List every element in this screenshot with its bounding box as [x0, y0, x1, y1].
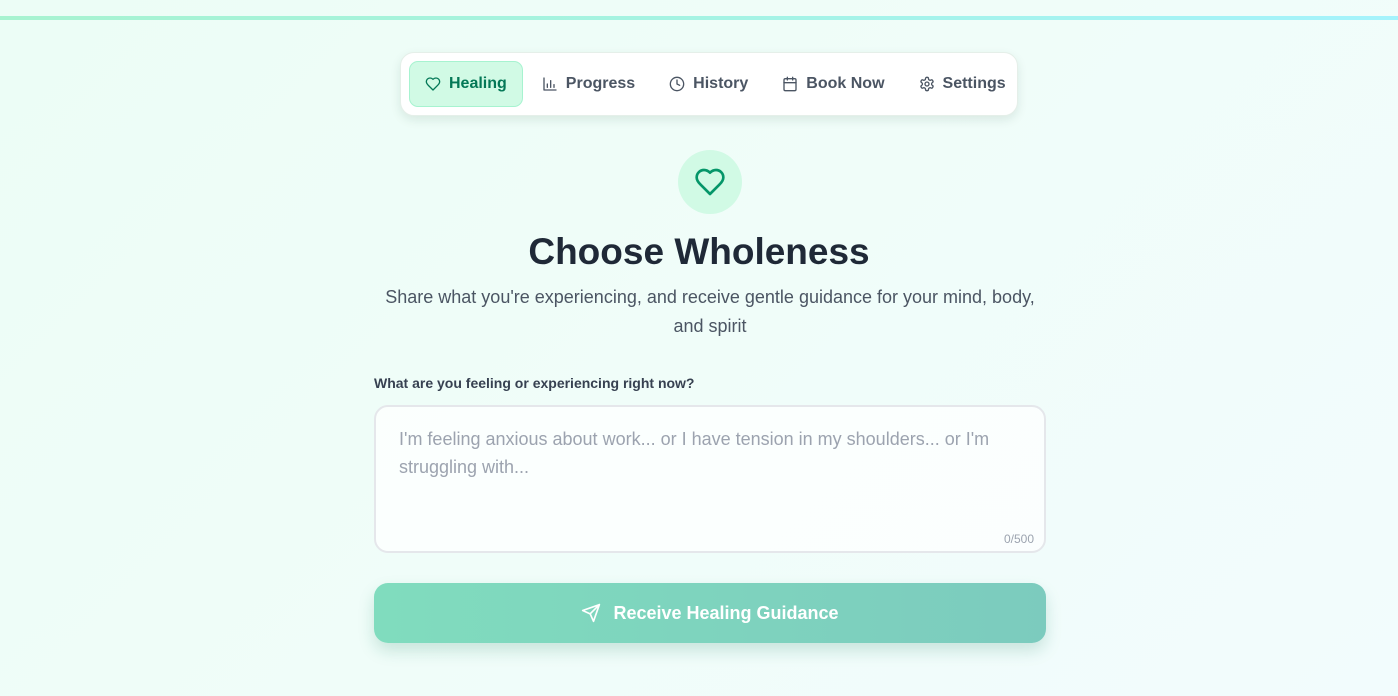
- feeling-input-container: 0/500: [374, 405, 1046, 553]
- hero-heart-badge: [678, 150, 742, 214]
- tab-settings-label: Settings: [942, 75, 1006, 92]
- tab-book-now[interactable]: Book Now: [767, 61, 899, 107]
- receive-guidance-button[interactable]: Receive Healing Guidance: [374, 583, 1046, 643]
- heart-icon: [695, 168, 725, 196]
- bar-chart-icon: [543, 77, 557, 91]
- tab-progress[interactable]: Progress: [527, 61, 650, 107]
- gear-icon: [919, 76, 934, 92]
- tab-healing-label: Healing: [449, 75, 507, 92]
- tab-progress-label: Progress: [565, 75, 636, 92]
- tab-history[interactable]: History: [654, 61, 763, 107]
- receive-guidance-label: Receive Healing Guidance: [613, 602, 839, 623]
- tab-book-now-label: Book Now: [806, 75, 885, 92]
- feeling-input[interactable]: [376, 407, 1044, 551]
- heart-icon: [425, 77, 441, 91]
- tab-settings[interactable]: Settings: [904, 61, 1021, 107]
- page-subtitle: Share what you're experiencing, and rece…: [385, 287, 1035, 336]
- page-title: Choose Wholeness: [528, 231, 870, 272]
- send-icon: [582, 603, 601, 623]
- calendar-icon: [783, 76, 797, 92]
- clock-icon: [669, 76, 685, 92]
- tab-history-label: History: [693, 75, 749, 92]
- char-counter: 0/500: [1003, 532, 1034, 546]
- tab-healing[interactable]: Healing: [409, 61, 523, 107]
- top-accent-bar: [0, 16, 1398, 20]
- feeling-field-label: What are you feeling or experiencing rig…: [374, 375, 695, 391]
- main-nav: Healing Progress History Book Now Settin…: [400, 52, 1018, 116]
